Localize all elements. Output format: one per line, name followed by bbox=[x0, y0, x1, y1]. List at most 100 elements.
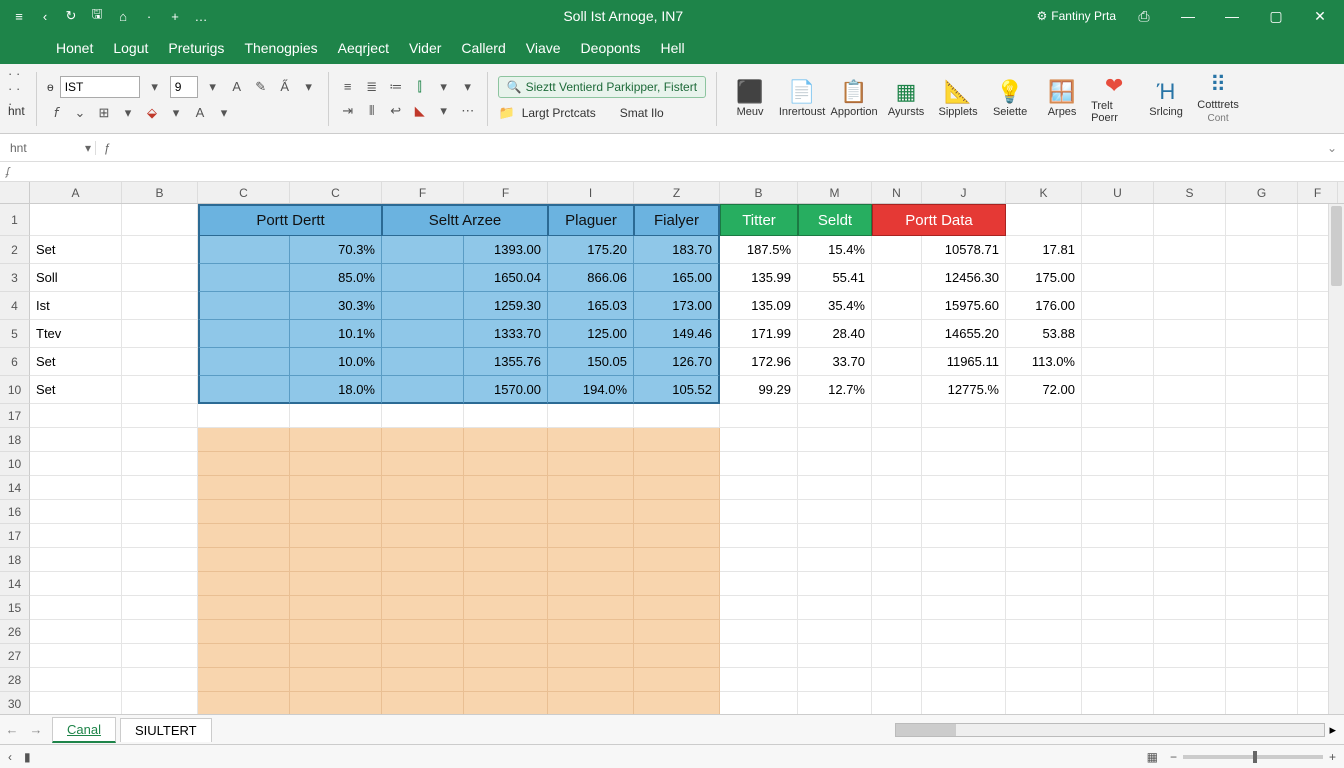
cell[interactable] bbox=[634, 620, 720, 644]
cell[interactable] bbox=[382, 236, 464, 264]
col-header[interactable]: F bbox=[382, 182, 464, 203]
zoom-in-icon[interactable]: + bbox=[1329, 750, 1336, 764]
cell[interactable] bbox=[290, 596, 382, 620]
cell[interactable] bbox=[1082, 476, 1154, 500]
cell[interactable] bbox=[1154, 264, 1226, 292]
cell[interactable] bbox=[1226, 476, 1298, 500]
cell[interactable] bbox=[872, 320, 922, 348]
cell[interactable] bbox=[634, 572, 720, 596]
select-all-corner[interactable] bbox=[0, 182, 30, 203]
align-center-icon[interactable]: ≣ bbox=[363, 78, 381, 96]
cell[interactable] bbox=[798, 404, 872, 428]
cell[interactable] bbox=[720, 476, 798, 500]
cell[interactable] bbox=[1154, 376, 1226, 404]
cell[interactable] bbox=[198, 236, 290, 264]
border-dd-icon[interactable]: ▾ bbox=[119, 104, 137, 122]
cell[interactable]: 35.4% bbox=[798, 292, 872, 320]
row-header[interactable]: 17 bbox=[0, 524, 30, 548]
header-plaguer[interactable]: Plaguer bbox=[548, 204, 634, 236]
cell[interactable] bbox=[290, 668, 382, 692]
tab-callerd[interactable]: Callerd bbox=[461, 40, 505, 56]
cell[interactable] bbox=[290, 452, 382, 476]
cell[interactable]: 1355.76 bbox=[464, 348, 548, 376]
sheet-tab-canal[interactable]: Canal bbox=[52, 717, 116, 743]
row-header[interactable]: 17 bbox=[0, 404, 30, 428]
cell[interactable]: 135.09 bbox=[720, 292, 798, 320]
cell[interactable] bbox=[634, 476, 720, 500]
cell[interactable] bbox=[122, 236, 198, 264]
font-size-input[interactable] bbox=[170, 76, 198, 98]
wrap-dd-icon[interactable]: ▾ bbox=[459, 78, 477, 96]
qat-back-icon[interactable]: ‹ bbox=[36, 7, 54, 25]
cell[interactable] bbox=[720, 644, 798, 668]
cell[interactable]: 1333.70 bbox=[464, 320, 548, 348]
cell[interactable]: 33.70 bbox=[798, 348, 872, 376]
cell[interactable]: 183.70 bbox=[634, 236, 720, 264]
cell[interactable] bbox=[1154, 204, 1226, 236]
cell[interactable] bbox=[798, 548, 872, 572]
larg-button[interactable]: Largt Prctcats bbox=[522, 106, 596, 120]
cell[interactable] bbox=[1006, 452, 1082, 476]
cell[interactable] bbox=[382, 348, 464, 376]
cell[interactable] bbox=[548, 524, 634, 548]
zoom-track[interactable] bbox=[1183, 755, 1323, 759]
underline-icon[interactable]: ⌄ bbox=[71, 104, 89, 122]
font-dropdown-icon[interactable]: ▾ bbox=[146, 78, 164, 96]
cell[interactable]: 85.0% bbox=[290, 264, 382, 292]
cell[interactable]: 135.99 bbox=[720, 264, 798, 292]
cell[interactable]: 1570.00 bbox=[464, 376, 548, 404]
cell[interactable]: 17.81 bbox=[1006, 236, 1082, 264]
hscroll-thumb[interactable] bbox=[896, 724, 956, 736]
cell[interactable] bbox=[634, 404, 720, 428]
cell[interactable] bbox=[464, 452, 548, 476]
qat-plus-icon[interactable]: + bbox=[166, 7, 184, 25]
cell[interactable] bbox=[1154, 572, 1226, 596]
qat-refresh-icon[interactable]: ↻ bbox=[62, 7, 80, 25]
cell[interactable] bbox=[1006, 476, 1082, 500]
cell[interactable] bbox=[1226, 292, 1298, 320]
cell[interactable] bbox=[382, 572, 464, 596]
cell[interactable] bbox=[720, 692, 798, 714]
cell[interactable] bbox=[1082, 204, 1154, 236]
tab-deoponts[interactable]: Deoponts bbox=[581, 40, 641, 56]
col-header[interactable]: Z bbox=[634, 182, 720, 203]
cell[interactable] bbox=[122, 348, 198, 376]
cell[interactable] bbox=[548, 596, 634, 620]
cell[interactable] bbox=[548, 668, 634, 692]
col-header[interactable]: B bbox=[122, 182, 198, 203]
cell[interactable] bbox=[720, 404, 798, 428]
cell[interactable] bbox=[122, 620, 198, 644]
col-header[interactable]: C bbox=[198, 182, 290, 203]
cell[interactable] bbox=[464, 692, 548, 714]
cell[interactable] bbox=[382, 668, 464, 692]
align-right-icon[interactable]: ≔ bbox=[387, 78, 405, 96]
cell[interactable] bbox=[1154, 476, 1226, 500]
cell[interactable] bbox=[382, 692, 464, 714]
cell[interactable]: 176.00 bbox=[1006, 292, 1082, 320]
cell[interactable]: 70.3% bbox=[290, 236, 382, 264]
cell[interactable] bbox=[1082, 292, 1154, 320]
cell[interactable] bbox=[290, 644, 382, 668]
cell[interactable] bbox=[634, 524, 720, 548]
cell[interactable] bbox=[548, 548, 634, 572]
col-header[interactable]: F bbox=[464, 182, 548, 203]
name-box[interactable]: hnt ▾ bbox=[0, 141, 96, 155]
cell[interactable]: 12456.30 bbox=[922, 264, 1006, 292]
row-header[interactable]: 18 bbox=[0, 548, 30, 572]
cell[interactable]: 99.29 bbox=[720, 376, 798, 404]
cell[interactable] bbox=[922, 476, 1006, 500]
cell[interactable] bbox=[382, 548, 464, 572]
row-header[interactable]: 26 bbox=[0, 620, 30, 644]
orient-dd-icon[interactable]: ▾ bbox=[435, 78, 453, 96]
cell[interactable] bbox=[1154, 320, 1226, 348]
cell[interactable]: Set bbox=[30, 236, 122, 264]
cell[interactable] bbox=[198, 348, 290, 376]
bold-icon[interactable]: A̋ bbox=[276, 78, 294, 96]
qat-menu-icon[interactable]: ≡ bbox=[10, 7, 28, 25]
cell[interactable] bbox=[30, 644, 122, 668]
cell[interactable] bbox=[1154, 452, 1226, 476]
smart-pill-button[interactable]: 🔍 Sieztt Ventierd Parkipper, Fistert bbox=[498, 76, 706, 98]
cell[interactable] bbox=[1006, 668, 1082, 692]
cell[interactable] bbox=[634, 452, 720, 476]
cell[interactable]: 15.4% bbox=[798, 236, 872, 264]
